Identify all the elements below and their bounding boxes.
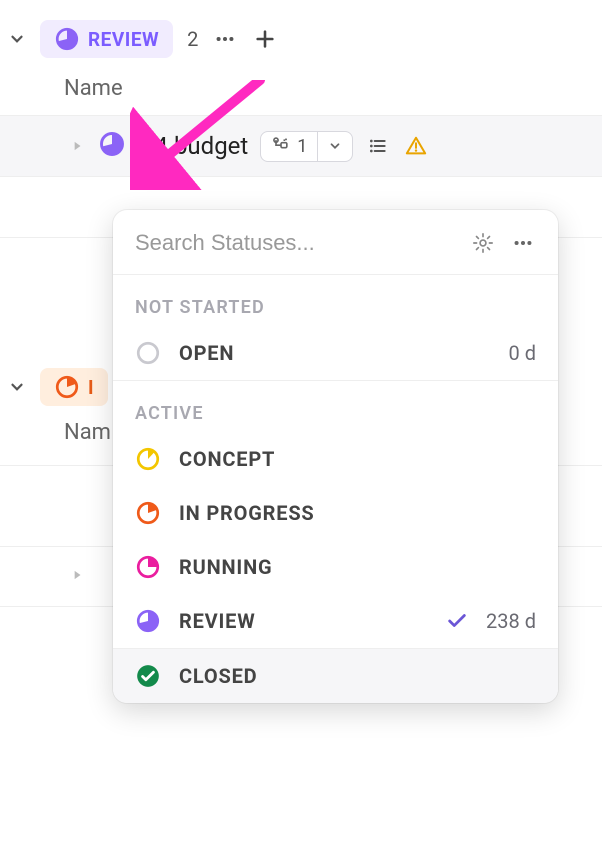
task-status-icon[interactable] [98,130,126,162]
status-option-closed[interactable]: CLOSED [113,649,558,703]
column-header-name[interactable]: Name [0,68,602,115]
status-option-label: CONCEPT [179,447,536,471]
review-icon [98,130,126,158]
status-badge-review[interactable]: REVIEW [40,20,173,58]
status-option-running[interactable]: RUNNING [113,540,558,594]
status-settings-button[interactable] [470,230,496,256]
task-name[interactable]: Q4 budget [138,132,248,160]
more-menu-button[interactable] [212,26,238,52]
status-dropdown: NOT STARTED OPEN 0 d ACTIVE CONCEPT IN P… [113,210,558,703]
warning-icon [405,135,427,157]
status-badge-label: I [88,376,94,399]
subtask-count: 1 [297,136,307,157]
status-more-button[interactable] [510,230,536,256]
task-list-view-button[interactable] [365,133,391,159]
status-option-open[interactable]: OPEN 0 d [113,326,558,380]
subtask-dropdown-button[interactable] [317,132,352,161]
collapse-toggle[interactable] [8,378,26,396]
list-icon [368,136,388,156]
status-badge-inprogress[interactable]: I [40,368,108,406]
in-progress-icon [135,500,161,526]
check-icon [446,610,468,632]
status-option-duration: 238 d [486,609,536,633]
status-dropdown-header [113,210,558,275]
open-icon [135,340,161,366]
review-icon [54,26,80,52]
status-option-duration: 0 d [509,341,536,365]
add-task-button[interactable] [252,26,278,52]
expand-subtasks-toggle[interactable] [70,138,86,154]
concept-icon [135,446,161,472]
subtask-icon [271,136,291,156]
status-group-active: ACTIVE [113,381,558,432]
subtask-chip: 1 [260,131,353,162]
ellipsis-icon [214,28,236,50]
status-group-notstarted: NOT STARTED [113,275,558,326]
status-option-concept[interactable]: CONCEPT [113,432,558,486]
plus-icon [254,28,276,50]
review-icon [135,608,161,634]
closed-icon [135,663,161,689]
subtask-count-button[interactable]: 1 [261,132,317,161]
status-option-label: REVIEW [179,609,428,633]
task-warning-indicator[interactable] [403,133,429,159]
status-option-label: CLOSED [179,664,536,688]
status-option-review[interactable]: REVIEW 238 d [113,594,558,648]
status-option-label: OPEN [179,341,491,365]
status-option-label: RUNNING [179,555,536,579]
status-badge-label: REVIEW [88,28,159,51]
in-progress-icon [54,374,80,400]
group-header-review: REVIEW 2 [0,0,602,68]
gear-icon [472,232,494,254]
running-icon [135,554,161,580]
status-search-input[interactable] [135,230,456,256]
status-option-label: IN PROGRESS [179,501,536,525]
expand-subtasks-toggle[interactable] [70,567,84,586]
task-row[interactable]: Q4 budget 1 [0,115,602,177]
ellipsis-icon [512,232,534,254]
collapse-toggle[interactable] [8,30,26,48]
chevron-down-icon [328,139,342,153]
status-option-inprogress[interactable]: IN PROGRESS [113,486,558,540]
group-count: 2 [187,27,198,51]
